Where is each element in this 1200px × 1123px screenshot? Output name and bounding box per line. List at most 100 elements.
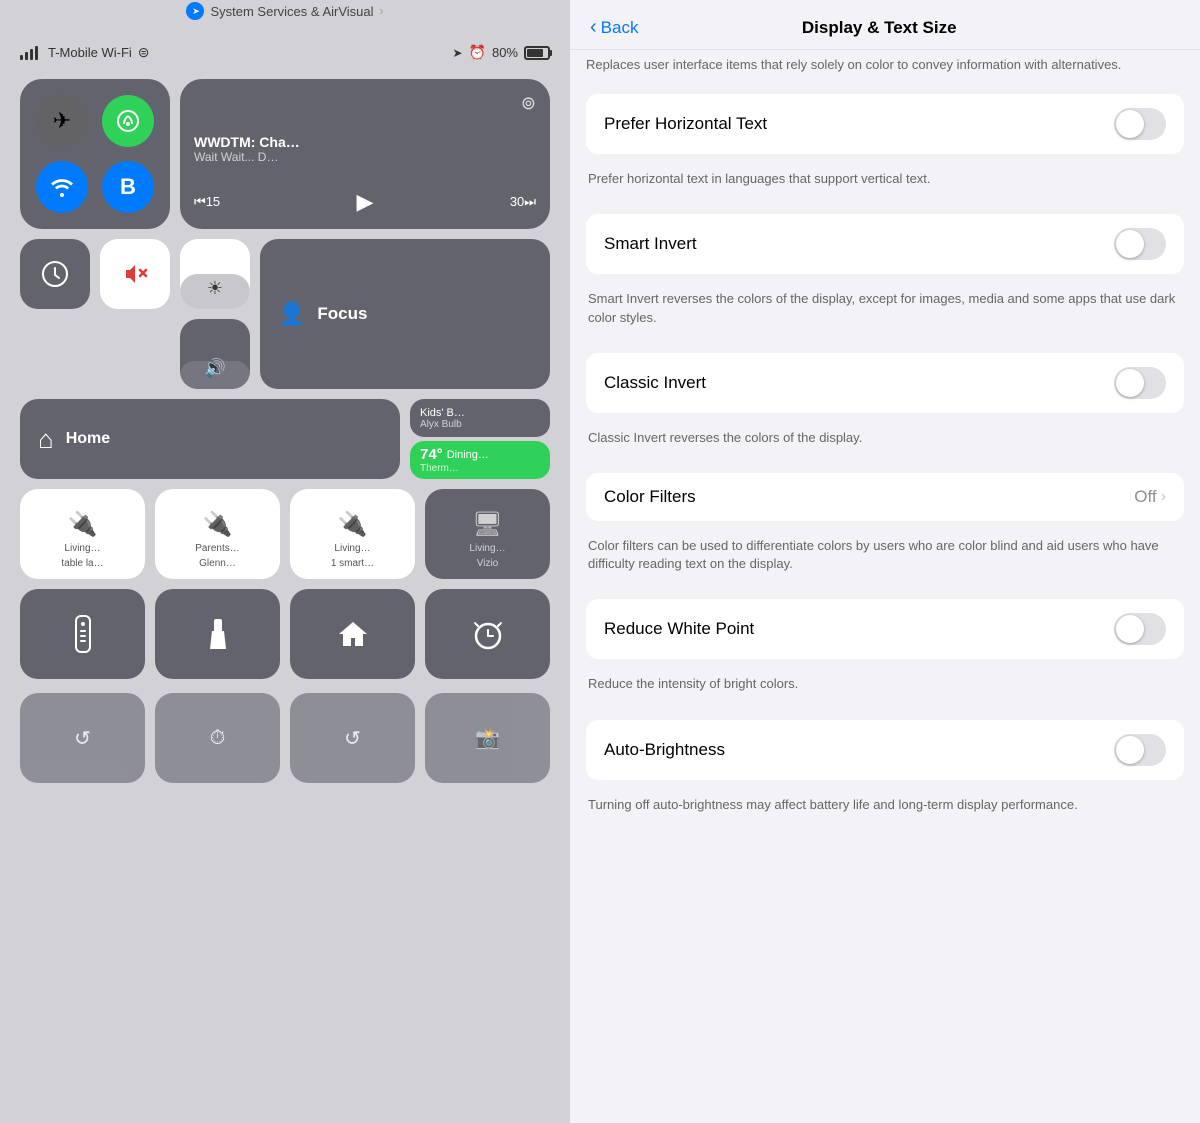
focus-label: Focus [317, 304, 367, 324]
home-app-button[interactable] [290, 589, 415, 679]
dining-label: Dining… [447, 449, 489, 461]
brightness-icon: ☀ [207, 278, 223, 299]
row-bottom-partial: ↺ ⏱ ↺ 📸 [20, 693, 550, 783]
monitor-icon: 🖥 [472, 510, 502, 539]
smart-item-0-line1: Living… [64, 543, 100, 554]
brightness-slider[interactable]: ☀ [180, 239, 250, 309]
more-button-3[interactable]: ↺ [290, 693, 415, 783]
more-button-4[interactable]: 📸 [425, 693, 550, 783]
control-center-panel: System Services & AirVisual › T-Mobile W… [0, 0, 570, 1123]
media-subtitle: Wait Wait... D… [194, 150, 536, 164]
color-filters-group: Color Filters Off › [586, 473, 1184, 521]
chevron-right-icon: › [380, 4, 384, 18]
kids-bulb-block[interactable]: Kids' B… Alyx Bulb [410, 399, 550, 437]
carrier-label: T-Mobile Wi-Fi [48, 45, 132, 60]
smart-item-1[interactable]: 🔌 Parents… Glenn… [155, 489, 280, 579]
nav-header: ‹ Back Display & Text Size [570, 0, 1200, 50]
row-home: ⌂ Home Kids' B… Alyx Bulb 74° Dining… Th… [20, 399, 550, 479]
kids-bulb-label: Kids' B… [420, 407, 540, 419]
top-description: Replaces user interface items that rely … [570, 50, 1200, 82]
location-icon [186, 2, 204, 20]
prefer-horizontal-text-label: Prefer Horizontal Text [604, 114, 767, 134]
more-button-2[interactable]: ⏱ [155, 693, 280, 783]
therm-sub: Therm… [420, 463, 540, 474]
location-label: System Services & AirVisual [210, 4, 373, 19]
kids-bulb-sub: Alyx Bulb [420, 419, 540, 430]
media-top: ⊚ [194, 93, 536, 114]
screen-time-button[interactable] [20, 239, 90, 309]
slider-column: ☀ 🔊 [180, 239, 250, 389]
smart-invert-desc: Smart Invert reverses the colors of the … [570, 286, 1200, 340]
volume-slider[interactable]: 🔊 [180, 319, 250, 389]
rewind-button[interactable]: ⏮15 [194, 194, 220, 210]
row-app-icons [20, 589, 550, 679]
home-icon: ⌂ [38, 424, 54, 455]
color-filters-value: Off › [1134, 487, 1166, 507]
smart-item-2[interactable]: 🔌 Living… 1 smart… [290, 489, 415, 579]
color-filters-row[interactable]: Color Filters Off › [586, 473, 1184, 521]
color-filters-chevron-icon: › [1161, 488, 1166, 506]
classic-invert-desc: Classic Invert reverses the colors of th… [570, 425, 1200, 461]
signal-strength [20, 46, 38, 60]
row-connectivity-media: ✈ B [20, 79, 550, 229]
flashlight-button[interactable] [155, 589, 280, 679]
smart-invert-toggle[interactable] [1114, 228, 1166, 260]
bluetooth-button[interactable]: B [102, 161, 154, 213]
smart-item-1-line1: Parents… [195, 543, 239, 554]
settings-scroll[interactable]: Replaces user interface items that rely … [570, 50, 1200, 1123]
smart-item-3-line1: Living… [469, 543, 505, 554]
dining-therm-block[interactable]: 74° Dining… Therm… [410, 441, 550, 479]
row-smart-items: 🔌 Living… table la… 🔌 Parents… Glenn… 🔌 … [20, 489, 550, 579]
wifi-button[interactable] [36, 161, 88, 213]
status-bar: T-Mobile Wi-Fi ⊜ ➤ ⏰ 80% [0, 30, 570, 69]
plug-icon-0: 🔌 [68, 510, 98, 539]
row-actions-sliders: ☀ 🔊 👤 Focus [20, 239, 550, 389]
prefer-horizontal-text-row: Prefer Horizontal Text [586, 94, 1184, 154]
auto-brightness-desc: Turning off auto-brightness may affect b… [570, 792, 1200, 828]
more-button-1[interactable]: ↺ [20, 693, 145, 783]
auto-brightness-label: Auto-Brightness [604, 740, 725, 760]
fast-forward-button[interactable]: 30⏭ [510, 194, 536, 210]
media-controls: ⏮15 ▶ 30⏭ [194, 189, 536, 215]
smart-item-3-line2: Vizio [477, 558, 499, 569]
play-button[interactable]: ▶ [357, 189, 374, 215]
volume-icon: 🔊 [204, 358, 226, 379]
color-filters-current-value: Off [1134, 487, 1156, 507]
home-small-column: Kids' B… Alyx Bulb 74° Dining… Therm… [410, 399, 550, 479]
smart-invert-group: Smart Invert [586, 214, 1184, 274]
reduce-white-point-desc: Reduce the intensity of bright colors. [570, 671, 1200, 707]
prefer-horizontal-text-toggle[interactable] [1114, 108, 1166, 140]
classic-invert-label: Classic Invert [604, 373, 706, 393]
mute-button[interactable] [100, 239, 170, 309]
media-player-block: ⊚ WWDTM: Cha… Wait Wait... D… ⏮15 ▶ 30⏭ [180, 79, 550, 229]
smart-item-1-line2: Glenn… [199, 558, 236, 569]
status-bar-right: ➤ ⏰ 80% [452, 44, 550, 61]
color-filters-label: Color Filters [604, 487, 696, 507]
back-chevron-icon: ‹ [590, 16, 597, 39]
focus-block[interactable]: 👤 Focus [260, 239, 550, 389]
alarm-app-button[interactable] [425, 589, 550, 679]
classic-invert-toggle[interactable] [1114, 367, 1166, 399]
auto-brightness-toggle[interactable] [1114, 734, 1166, 766]
airplane-mode-button[interactable]: ✈ [36, 95, 88, 147]
alarm-icon: ⏰ [469, 44, 486, 61]
prefer-horizontal-text-desc: Prefer horizontal text in languages that… [570, 166, 1200, 202]
location-bar: System Services & AirVisual › [0, 0, 570, 30]
remote-app-button[interactable] [20, 589, 145, 679]
focus-icon: 👤 [278, 301, 305, 327]
reduce-white-point-group: Reduce White Point [586, 599, 1184, 659]
home-label: Home [66, 430, 110, 448]
cellular-button[interactable] [102, 95, 154, 147]
page-title: Display & Text Size [638, 18, 1120, 38]
smart-item-3[interactable]: 🖥 Living… Vizio [425, 489, 550, 579]
smart-item-0-line2: table la… [61, 558, 103, 569]
home-block[interactable]: ⌂ Home [20, 399, 400, 479]
control-center-grid: ✈ B [0, 69, 570, 793]
smart-item-0[interactable]: 🔌 Living… table la… [20, 489, 145, 579]
back-button[interactable]: ‹ Back [590, 16, 638, 39]
prefer-horizontal-text-group: Prefer Horizontal Text [586, 94, 1184, 154]
reduce-white-point-label: Reduce White Point [604, 619, 754, 639]
reduce-white-point-toggle[interactable] [1114, 613, 1166, 645]
auto-brightness-group: Auto-Brightness [586, 720, 1184, 780]
airplay-icon[interactable]: ⊚ [521, 93, 536, 114]
